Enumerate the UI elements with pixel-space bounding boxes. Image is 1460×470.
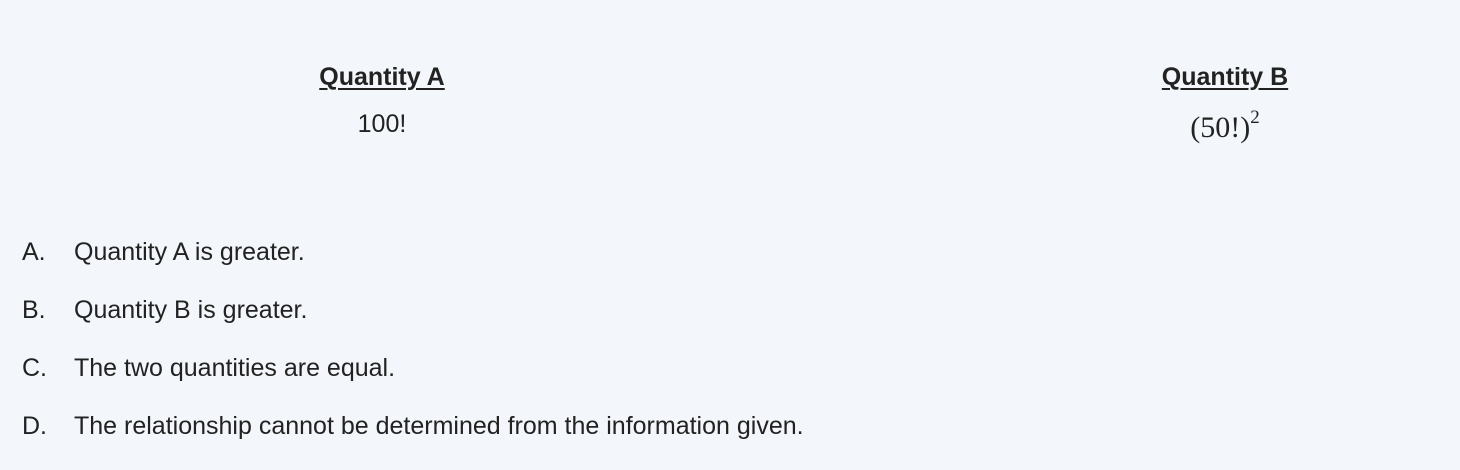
- quantity-a-column: Quantity A 100!: [232, 60, 532, 141]
- choice-text: The two quantities are equal.: [74, 354, 396, 382]
- quantity-a-value: 100!: [357, 110, 407, 138]
- choice-letter: B.: [22, 296, 46, 324]
- answer-choice-b[interactable]: B. Quantity B is greater.: [22, 296, 804, 354]
- answer-choice-d[interactable]: D. The relationship cannot be determined…: [22, 412, 804, 470]
- quantity-b-value: (50!)2: [1075, 104, 1375, 145]
- choice-text: Quantity B is greater.: [74, 296, 308, 324]
- answer-choice-c[interactable]: C. The two quantities are equal.: [22, 354, 804, 412]
- choice-text: The relationship cannot be determined fr…: [74, 412, 804, 440]
- choice-text: Quantity A is greater.: [74, 238, 305, 266]
- answer-choices: A. Quantity A is greater. B. Quantity B …: [22, 238, 804, 470]
- quantity-b-value-exponent: 2: [1250, 107, 1260, 128]
- choice-letter: C.: [22, 354, 47, 382]
- quantity-b-column: Quantity B (50!)2: [1075, 60, 1375, 145]
- quantity-b-value-base: (50!): [1190, 111, 1251, 144]
- choice-letter: D.: [22, 412, 47, 440]
- choice-letter: A.: [22, 238, 46, 266]
- quantity-b-header: Quantity B: [1161, 63, 1289, 91]
- quantity-a-header: Quantity A: [319, 63, 445, 91]
- answer-choice-a[interactable]: A. Quantity A is greater.: [22, 238, 804, 296]
